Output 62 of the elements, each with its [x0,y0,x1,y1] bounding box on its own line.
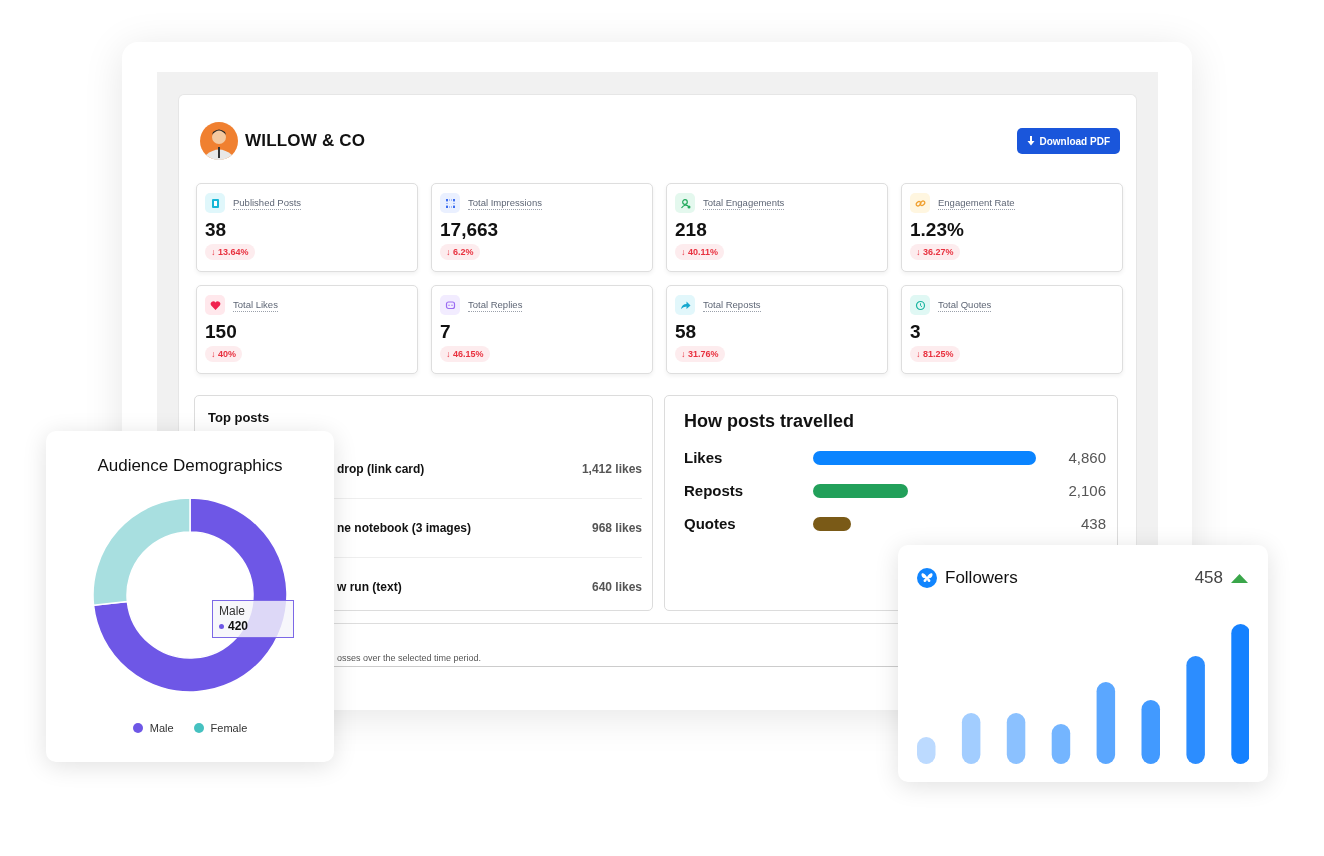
footnote: osses over the selected time period. [337,653,482,665]
change-badge: ↓ 6.2% [440,244,480,260]
post-title: ne notebook (3 images) [337,521,472,535]
stat-label: Total Quotes [938,298,992,312]
chart-bar [1006,713,1026,764]
stat-label: Total Likes [233,298,278,312]
stat-value: 150 [205,321,238,343]
legend-label: Male [149,722,174,734]
stat-label: Total Replies [468,298,523,312]
legend-label: Female [210,722,248,734]
change-badge: ↓ 40% [205,346,242,362]
document-icon [205,193,225,213]
link-icon [910,193,930,213]
metric-value: 4,860 [1067,449,1106,466]
metric-label: Likes [684,449,724,466]
user-icon [675,193,695,213]
butterfly-icon [917,568,937,588]
post-title: w run (text) [337,580,402,594]
card-title: Followers [945,568,1019,588]
follower-count: 458 [1194,568,1223,588]
stat-value: 38 [205,219,228,241]
like-count: 968 likes [591,521,642,535]
download-icon [1027,136,1036,146]
clock-icon [910,295,930,315]
change-badge: ↓ 36.27% [910,244,960,260]
card-title: Audience Demographics [97,456,283,476]
stat-value: 17,663 [440,219,500,241]
chart-bar [1051,724,1071,764]
stat-label: Engagement Rate [938,196,1015,210]
stat-label: Total Impressions [468,196,542,210]
chart-bar [961,713,981,764]
stat-value: 1.23% [910,219,965,241]
chart-bar [917,737,936,764]
chat-icon [440,295,460,315]
trend-icon [1231,573,1248,583]
change-badge: ↓ 81.25% [910,346,960,362]
change-badge: ↓ 31.76% [675,346,725,362]
like-count: 1,412 likes [581,462,642,476]
frame-icon [440,193,460,213]
stat-label: Total Engagements [703,196,785,210]
avatar-icon [200,122,238,160]
chart-bar [1141,700,1160,764]
card-title: How posts travelled [684,411,856,432]
metric-value: 2,106 [1067,482,1106,499]
metric-value: 438 [1079,515,1106,532]
change-badge: ↓ 46.15% [440,346,490,362]
stat-value: 218 [675,219,708,241]
stat-label: Total Reposts [703,298,761,312]
metric-label: Quotes [684,515,737,532]
post-title: drop (link card) [337,462,425,476]
download-button[interactable]: Download PDF [1017,128,1120,154]
stat-value: 7 [440,321,452,343]
brand-name: WILLOW & CO [245,131,366,151]
metric-label: Reposts [684,482,745,499]
stat-value: 58 [675,321,698,343]
stat-value: 3 [910,321,922,343]
stat-label: Published Posts [233,196,302,210]
change-badge: ↓ 40.11% [675,244,725,260]
change-badge: ↓ 13.64% [205,244,255,260]
card-title: Top posts [208,410,271,425]
like-count: 640 likes [591,580,642,594]
chart-tooltip: Male 420 [212,600,294,638]
